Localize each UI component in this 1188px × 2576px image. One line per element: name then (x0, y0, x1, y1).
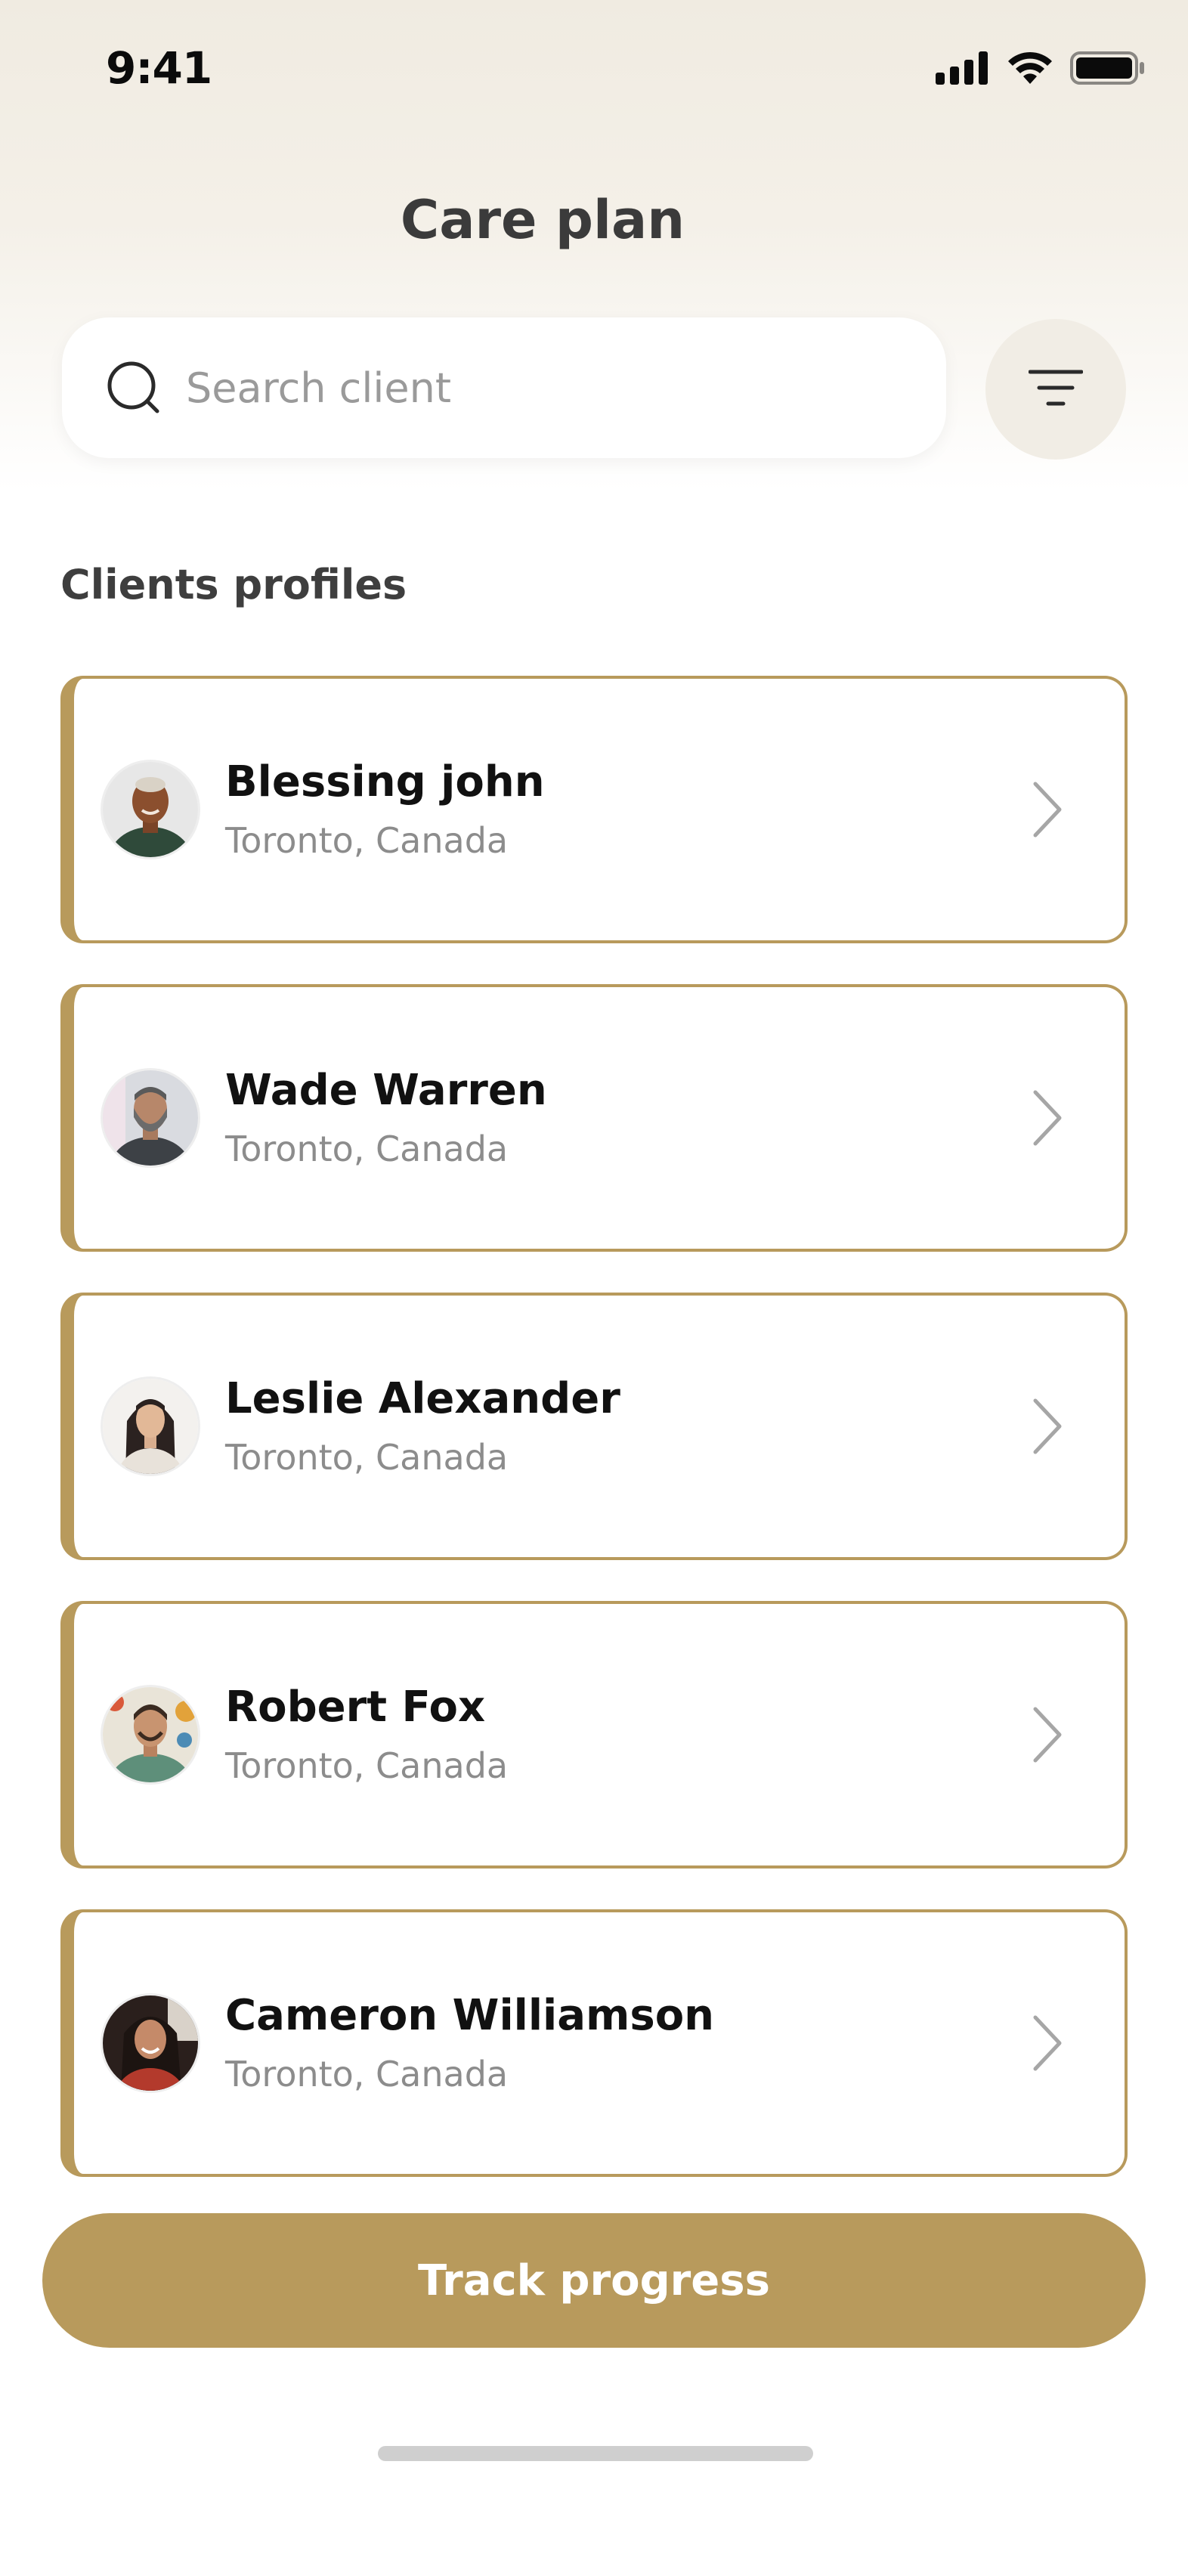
chevron-right-icon (1025, 2009, 1070, 2077)
chevron-right-icon (1025, 1392, 1070, 1460)
client-card[interactable]: Wade Warren Toronto, Canada (60, 984, 1128, 1252)
client-card[interactable]: Robert Fox Toronto, Canada (60, 1601, 1128, 1869)
client-name: Blessing john (225, 757, 545, 807)
client-avatar (103, 1687, 198, 1782)
cellular-signal-icon (936, 51, 990, 88)
client-list: Blessing john Toronto, Canada Wade Warre… (60, 676, 1128, 2218)
client-avatar (103, 1995, 198, 2091)
status-icons (936, 48, 1146, 91)
wifi-icon (1007, 51, 1053, 88)
client-name: Wade Warren (225, 1065, 547, 1115)
client-card[interactable]: Cameron Williamson Toronto, Canada (60, 1909, 1128, 2177)
client-location: Toronto, Canada (225, 1129, 509, 1170)
client-info: Wade Warren Toronto, Canada (225, 1065, 547, 1170)
client-name: Cameron Williamson (225, 1990, 715, 2040)
client-card[interactable]: Blessing john Toronto, Canada (60, 676, 1128, 943)
client-avatar (103, 1070, 198, 1166)
home-indicator[interactable] (378, 2446, 813, 2461)
chevron-right-icon (1025, 776, 1070, 844)
client-location: Toronto, Canada (225, 1437, 509, 1478)
client-location: Toronto, Canada (225, 2054, 509, 2095)
client-location: Toronto, Canada (225, 820, 509, 862)
search-input[interactable] (184, 363, 868, 413)
client-card[interactable]: Leslie Alexander Toronto, Canada (60, 1293, 1128, 1560)
client-info: Robert Fox Toronto, Canada (225, 1683, 508, 1786)
battery-icon (1070, 51, 1146, 88)
search-icon (106, 360, 162, 416)
client-info: Leslie Alexander Toronto, Canada (225, 1373, 620, 1478)
client-location: Toronto, Canada (225, 1745, 509, 1787)
filter-icon (1028, 367, 1084, 411)
client-name: Robert Fox (225, 1682, 486, 1732)
chevron-right-icon (1025, 1084, 1070, 1152)
client-info: Blessing john Toronto, Canada (225, 757, 545, 862)
search-bar[interactable] (62, 317, 946, 458)
care-plan-screen: 9:41 Care plan Search client Clients pro… (0, 0, 1188, 2576)
track-progress-button[interactable]: Track progress (42, 2213, 1146, 2348)
status-time: 9:41 (106, 42, 212, 94)
page-title: Care plan (400, 189, 685, 251)
filter-button[interactable] (985, 319, 1126, 460)
section-title: Clients profiles (60, 561, 407, 608)
client-name: Leslie Alexander (225, 1373, 620, 1423)
chevron-right-icon (1025, 1701, 1070, 1769)
client-info: Cameron Williamson Toronto, Canada (225, 1990, 715, 2095)
client-avatar (103, 762, 198, 857)
client-avatar (103, 1379, 198, 1474)
